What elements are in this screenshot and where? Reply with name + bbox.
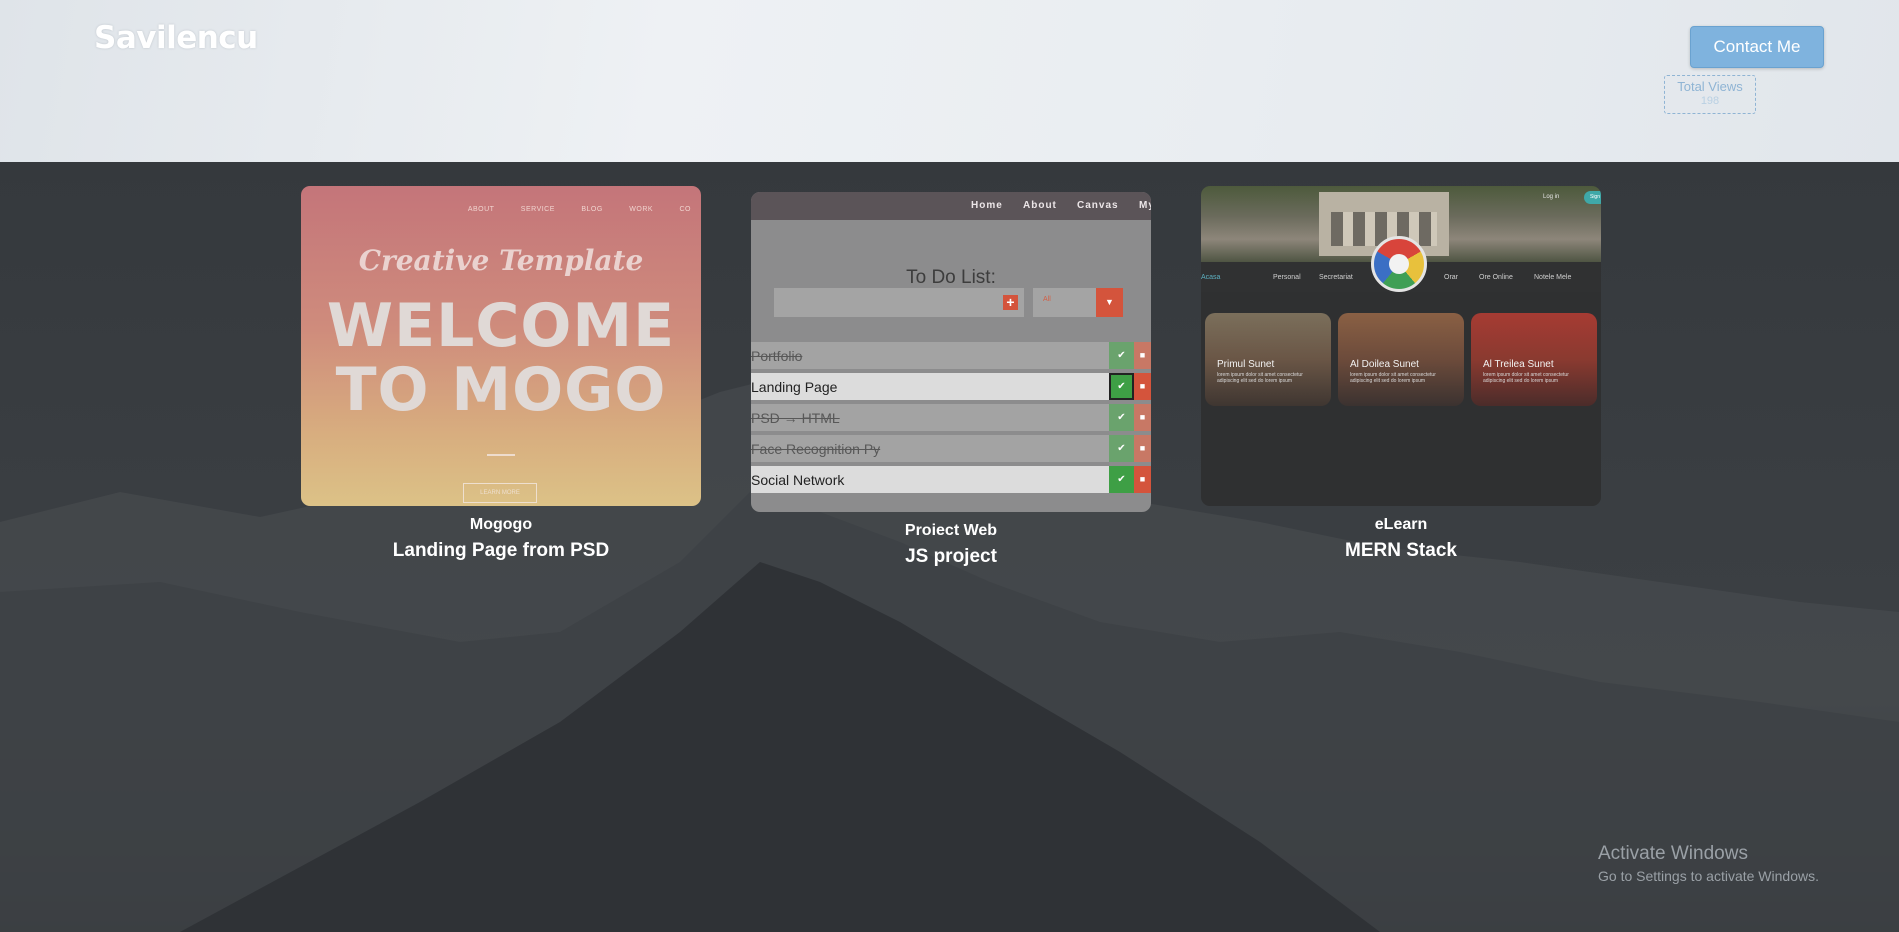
elearn-tile: Al Doilea Sunet lorem ipsum dolor sit am… xyxy=(1338,313,1464,406)
todo-item: Portfolio ✔ ■ xyxy=(751,342,1151,369)
elearn-nav-item: Orar xyxy=(1444,274,1458,281)
elearn-thumbnail[interactable]: Log in Sign Acasa Personal Secretariat O… xyxy=(1201,186,1601,506)
total-views-label: Total Views xyxy=(1677,79,1743,94)
todo-item-text: Portfolio xyxy=(751,348,803,364)
elearn-tile: Al Treilea Sunet lorem ipsum dolor sit a… xyxy=(1471,313,1597,406)
elearn-tile-title: Al Doilea Sunet xyxy=(1350,359,1419,370)
project-name: Proiect Web xyxy=(904,522,998,539)
elearn-tile-text: lorem ipsum dolor sit amet consectetur a… xyxy=(1350,372,1436,384)
todo-nav: Home About Canvas My xyxy=(751,192,1151,220)
project-card-proiect-web[interactable]: Home About Canvas My To Do List: + All ▼… xyxy=(751,192,1151,572)
mogogo-nav: ABOUT SERVICE BLOG WORK CO xyxy=(444,206,691,213)
trash-icon: ■ xyxy=(1134,435,1151,462)
school-emblem-icon xyxy=(1371,236,1427,292)
check-icon: ✔ xyxy=(1109,342,1134,369)
project-card-elearn[interactable]: Log in Sign Acasa Personal Secretariat O… xyxy=(1201,186,1601,566)
trash-icon: ■ xyxy=(1134,373,1151,400)
mogogo-headline: WELCOME TO MOGO xyxy=(301,294,701,422)
activate-windows-watermark: Activate Windows Go to Settings to activ… xyxy=(1598,843,1819,884)
elearn-tile-title: Al Treilea Sunet xyxy=(1483,359,1554,370)
todo-thumbnail[interactable]: Home About Canvas My To Do List: + All ▼… xyxy=(751,192,1151,512)
mogogo-learn-more: LEARN MORE xyxy=(463,483,537,503)
elearn-nav-item: Personal xyxy=(1273,274,1301,281)
project-card-mogogo[interactable]: ABOUT SERVICE BLOG WORK CO Creative Temp… xyxy=(301,186,701,566)
trash-icon: ■ xyxy=(1134,342,1151,369)
watermark-subtitle: Go to Settings to activate Windows. xyxy=(1598,868,1819,884)
check-icon: ✔ xyxy=(1109,373,1134,400)
elearn-nav-item: Ore Online xyxy=(1479,274,1513,281)
check-icon: ✔ xyxy=(1109,466,1134,493)
todo-item: Landing Page ✔ ■ xyxy=(751,373,1151,400)
check-icon: ✔ xyxy=(1109,404,1134,431)
elearn-nav-item: Notele Mele xyxy=(1534,274,1572,281)
elearn-nav-item: Secretariat xyxy=(1319,274,1353,281)
todo-filter-value: All xyxy=(1043,296,1051,303)
mogogo-nav-item: ABOUT xyxy=(467,206,495,213)
todo-heading: To Do List: xyxy=(906,267,996,288)
total-views-counter: Total Views 198 xyxy=(1664,75,1756,114)
mogogo-thumbnail[interactable]: ABOUT SERVICE BLOG WORK CO Creative Temp… xyxy=(301,186,701,506)
todo-item: Social Network ✔ ■ xyxy=(751,466,1151,493)
todo-item: PSD → HTML ✔ ■ xyxy=(751,404,1151,431)
mogogo-script-title: Creative Template xyxy=(358,244,644,277)
todo-nav-item: My xyxy=(1139,200,1151,211)
mogogo-nav-item: WORK xyxy=(629,206,654,213)
elearn-signup: Sign xyxy=(1584,191,1601,204)
todo-item-text: PSD → HTML xyxy=(751,410,840,426)
todo-nav-item: Home xyxy=(971,200,1003,211)
mogogo-nav-item: SERVICE xyxy=(520,206,555,213)
todo-item-text: Face Recognition Py xyxy=(751,441,881,457)
contact-me-button[interactable]: Contact Me xyxy=(1690,26,1824,68)
elearn-nav-item: Acasa xyxy=(1201,274,1221,281)
elearn-tile-title: Primul Sunet xyxy=(1217,359,1275,370)
chevron-down-icon: ▼ xyxy=(1096,288,1123,317)
mogogo-divider xyxy=(487,454,515,456)
mogogo-headline-line: WELCOME xyxy=(326,291,676,361)
elearn-tile-text: lorem ipsum dolor sit amet consectetur a… xyxy=(1483,372,1569,384)
project-title[interactable]: JS project xyxy=(751,546,1151,568)
trash-icon: ■ xyxy=(1134,466,1151,493)
todo-nav-item: Canvas xyxy=(1077,200,1119,211)
elearn-tile: Primul Sunet lorem ipsum dolor sit amet … xyxy=(1205,313,1331,406)
project-name: Mogogo xyxy=(469,516,533,533)
todo-input xyxy=(774,288,1024,317)
project-title[interactable]: Landing Page from PSD xyxy=(301,540,701,562)
trash-icon: ■ xyxy=(1134,404,1151,431)
site-logo[interactable]: Savilencu xyxy=(94,20,258,56)
todo-item-text: Landing Page xyxy=(751,379,838,395)
total-views-count: 198 xyxy=(1700,95,1720,107)
mogogo-headline-line: TO MOGO xyxy=(335,355,667,425)
elearn-tile-text: lorem ipsum dolor sit amet consectetur a… xyxy=(1217,372,1303,384)
todo-item: Face Recognition Py ✔ ■ xyxy=(751,435,1151,462)
header: Savilencu Contact Me Total Views 198 xyxy=(0,0,1899,162)
project-title[interactable]: MERN Stack xyxy=(1201,540,1601,562)
elearn-login: Log in xyxy=(1543,194,1560,200)
watermark-title: Activate Windows xyxy=(1598,843,1748,864)
mogogo-nav-item: BLOG xyxy=(581,206,603,213)
todo-item-text: Social Network xyxy=(751,472,845,488)
check-icon: ✔ xyxy=(1109,435,1134,462)
plus-icon: + xyxy=(1003,295,1018,310)
project-name: eLearn xyxy=(1374,516,1428,533)
mogogo-nav-item: CO xyxy=(679,206,691,213)
todo-nav-item: About xyxy=(1023,200,1057,211)
